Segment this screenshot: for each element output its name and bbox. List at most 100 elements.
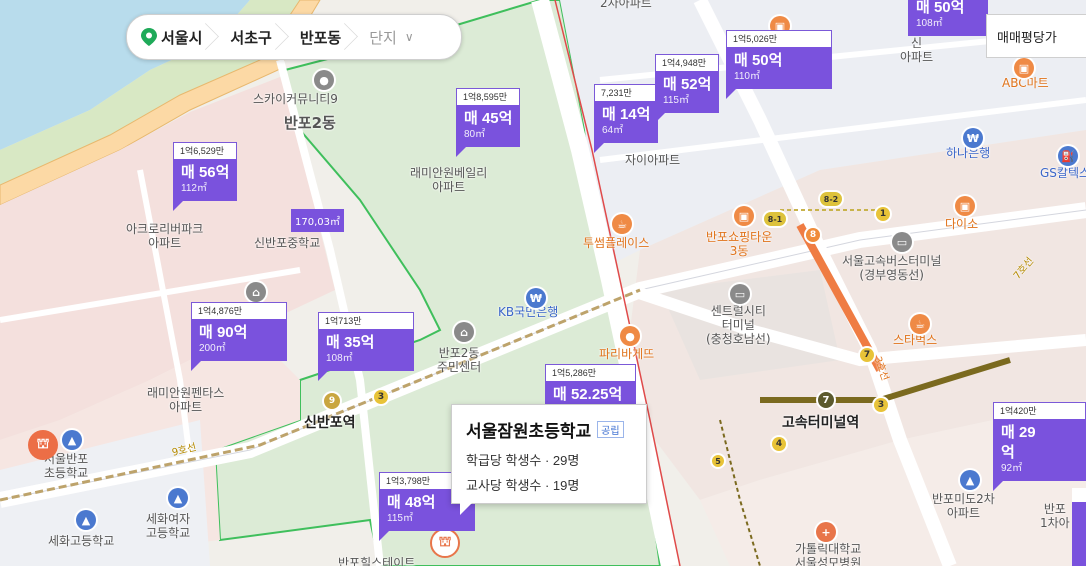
school-icon[interactable]: ▲ (168, 488, 188, 508)
label-paris: 파리바게뜨 (599, 347, 655, 361)
line7-badge[interactable]: 7 (818, 392, 834, 408)
label-central-city: 센트럴시티 터미널 (충청호남선) (706, 304, 771, 346)
school-icon[interactable]: ▲ (62, 430, 82, 450)
label-raemian-beili: 래미안원베일리 아파트 (410, 166, 488, 194)
gas-station-icon[interactable]: ⛽ (1058, 146, 1078, 166)
government-icon[interactable]: ⌂ (454, 322, 474, 342)
price-type-select[interactable]: 매매평당가 (986, 14, 1086, 58)
label-daiso: 다이소 (945, 217, 979, 231)
pin-area: 64㎡ (602, 125, 624, 136)
line9-badge[interactable]: 9 (324, 393, 340, 409)
label-gs: GS칼텍스 (1040, 166, 1086, 180)
hospital-icon[interactable]: + (816, 522, 836, 542)
pin-unit-price: 1억420만 (993, 402, 1086, 419)
label-starbucks: 스타벅스 (893, 333, 938, 347)
pin-price: 매 45억 (464, 110, 513, 127)
price-type-label: 매매평당가 (997, 29, 1057, 45)
line1-badge[interactable]: 1 (876, 207, 890, 221)
price-pin-partial[interactable] (1072, 488, 1086, 566)
breadcrumb-complex-label: 단지 (369, 29, 397, 47)
school-icon[interactable]: ▲ (76, 510, 96, 530)
label-sehwa-high: 세화고등학교 (48, 534, 115, 548)
price-pin[interactable]: 1억8,595만 매 45억 80㎡ (456, 88, 521, 157)
exit-badge[interactable]: 8-2 (820, 192, 842, 206)
price-pin[interactable]: 1억4,876만 매 90억 200㎡ (191, 302, 288, 371)
popup-title: 서울잠원초등학교 (466, 422, 592, 441)
label-hana: 하나은행 (946, 146, 991, 160)
exit-badge[interactable]: 8-1 (764, 212, 786, 226)
building-icon[interactable]: ⌂ (246, 282, 266, 302)
breadcrumb-dong[interactable]: 반포동 (286, 15, 355, 59)
shopping-icon[interactable]: ▣ (1014, 58, 1034, 78)
label-banpo-shopping: 반포쇼핑타운 3동 (706, 230, 773, 258)
line7-badge[interactable]: 7 (860, 348, 874, 362)
region-breadcrumb: 서울시 서초구 반포동 단지 ∨ (126, 14, 462, 60)
popup-row-class: 학급당 학생수 · 29명 (466, 453, 580, 468)
label-skycommunity: 스카이커뮤니티9 (253, 92, 338, 106)
pin-area: 112㎡ (181, 183, 207, 194)
line8-badge[interactable]: 8 (806, 228, 820, 242)
public-badge: 공립 (597, 421, 624, 438)
label-banpo-1: 반포 1차아 (1040, 502, 1070, 530)
price-pin[interactable]: 1억5,026만 매 50억 110㎡ (726, 30, 833, 99)
label-tupsum: 투썸플레이스 (583, 236, 650, 250)
pin-unit-price: 1억4,948만 (655, 54, 720, 71)
label-shinbanpo-station: 신반포역 (304, 415, 356, 431)
bank-icon[interactable]: ₩ (526, 288, 546, 308)
pin-area: 80㎡ (464, 129, 486, 140)
bakery-icon[interactable]: ● (620, 326, 640, 346)
bus-icon[interactable]: ▭ (730, 284, 750, 304)
school-icon[interactable]: ▲ (960, 470, 980, 490)
school-marker-left[interactable]: ⛫ (28, 430, 58, 460)
pin-area: 115㎡ (663, 95, 689, 106)
map-canvas[interactable]: 스카이커뮤니티9 반포2동 래미안원베일리 아파트 아크로리버파크 아파트 신반… (0, 0, 1086, 566)
label-jumin: 반포2동 주민센터 (437, 346, 482, 374)
pin-price: 매 90억 (199, 324, 248, 341)
bank-icon[interactable]: ₩ (963, 128, 983, 148)
cafe-icon[interactable]: ☕ (612, 214, 632, 234)
pin-price: 매 35억 (326, 334, 375, 351)
pin-unit-price: 1억5,026만 (726, 30, 833, 47)
pin-price: 매 14억 (602, 106, 651, 123)
bus-icon[interactable]: ▭ (892, 232, 912, 252)
price-pin[interactable]: 매 50억 108㎡ (908, 0, 989, 36)
line3-badge[interactable]: 3 (874, 398, 888, 412)
pin-unit-price: 1억8,595만 (456, 88, 521, 105)
breadcrumb-city[interactable]: 서울시 (127, 15, 216, 59)
line4-badge[interactable]: 4 (772, 437, 786, 451)
price-pin[interactable]: 7,231만 매 14억 64㎡ (594, 84, 659, 153)
pin-area: 108㎡ (916, 18, 943, 29)
pin-price: 매 56억 (181, 164, 230, 181)
pin-area: 110㎡ (734, 71, 760, 82)
breadcrumb-dong-label: 반포동 (299, 29, 342, 47)
label-shinbanpo-school: 신반포중학교 (254, 236, 321, 250)
price-pin[interactable]: 1억6,529만 매 56억 112㎡ (173, 142, 238, 211)
chevron-down-icon: ∨ (404, 30, 414, 44)
label-kb: KB국민은행 (498, 305, 559, 319)
label-banpo2: 반포2동 (284, 114, 336, 132)
pin-area: 115㎡ (387, 513, 413, 524)
cafe-icon[interactable]: ☕ (910, 314, 930, 334)
line5-badge[interactable]: 5 (712, 455, 724, 467)
breadcrumb-complex[interactable]: 단지 ∨ (355, 15, 427, 59)
school-info-popup[interactable]: 서울잠원초등학교 공립 학급당 학생수 · 29명 교사당 학생수 · 19명 (451, 404, 647, 515)
label-banpo-mido: 반포미도2차 아파트 (932, 492, 995, 520)
pin-unit-price: 1억5,286만 (545, 364, 637, 381)
community-icon[interactable]: ● (314, 70, 334, 90)
pin-area: 108㎡ (326, 353, 353, 364)
pin-area: 200㎡ (199, 343, 226, 354)
label-catholic: 가톨릭대학교 서울성모병원 (795, 542, 862, 566)
price-pin[interactable]: 1억420만 매 29억 92㎡ (993, 402, 1086, 491)
mini-pin-label: 170,03㎡ (295, 217, 340, 228)
breadcrumb-city-label: 서울시 (161, 29, 203, 47)
breadcrumb-district[interactable]: 서초구 (216, 15, 285, 59)
price-pin[interactable]: 1억4,948만 매 52억 115㎡ (655, 54, 720, 123)
price-pin[interactable]: 1억713만 매 35억 108㎡ (318, 312, 415, 381)
line3-badge[interactable]: 3 (374, 390, 388, 404)
shopping-icon[interactable]: ▣ (955, 196, 975, 216)
pin-price: 매 48억 (387, 494, 436, 511)
label-xi-top: 2차아파트 (600, 0, 652, 10)
pin-area: 92㎡ (1001, 463, 1023, 474)
mini-price-pin[interactable]: 170,03㎡ (291, 209, 344, 232)
shopping-icon[interactable]: ▣ (734, 206, 754, 226)
